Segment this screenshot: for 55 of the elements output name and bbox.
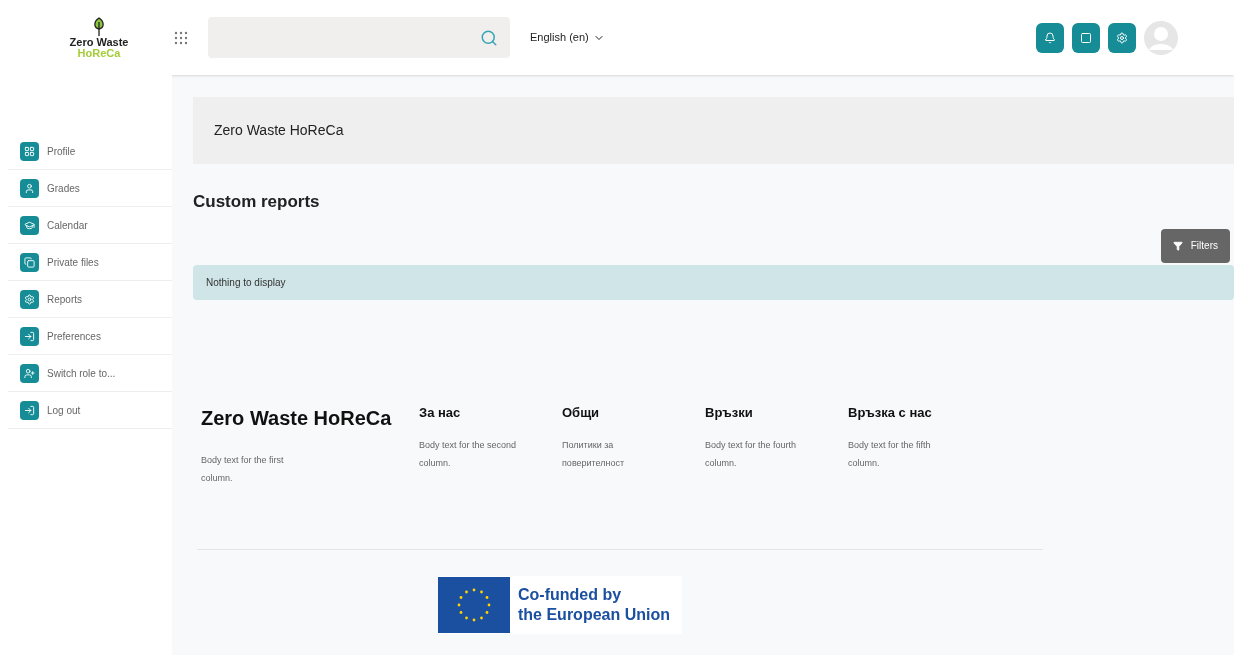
- footer-heading: Zero Waste HoReCa: [201, 405, 393, 431]
- graduation-cap-icon: [20, 215, 39, 235]
- footer-text: Body text for the fourth column.: [705, 439, 798, 470]
- sidebar-label[interactable]: Calendar: [47, 217, 88, 233]
- user-icon: [20, 178, 39, 198]
- footer-heading: За нас: [419, 403, 462, 422]
- leaf-icon: [91, 16, 107, 37]
- funding-text: Co-funded by: [518, 584, 623, 605]
- sidebar-item[interactable]: Grades: [8, 170, 172, 207]
- footer-heading: Връзки: [705, 403, 754, 422]
- apps-grid-icon[interactable]: [174, 30, 188, 45]
- sidebar-item[interactable]: Switch role to...: [8, 355, 172, 392]
- footer-heading: Връзка с нас: [848, 403, 933, 422]
- search-icon: [480, 28, 498, 47]
- sidebar-label[interactable]: Log out: [47, 402, 81, 418]
- sidebar-item[interactable]: Log out: [8, 392, 172, 429]
- filters-button[interactable]: Filters: [1160, 228, 1230, 263]
- page-title: Custom reports: [193, 191, 321, 213]
- footer-heading: Общи: [562, 403, 601, 422]
- language-menu[interactable]: English (en): [530, 29, 605, 46]
- eu-flag-icon: [438, 576, 510, 633]
- filter-icon: [1172, 240, 1183, 251]
- settings-button[interactable]: [1108, 22, 1136, 53]
- sidebar-label[interactable]: Private files: [47, 254, 99, 270]
- logo-subtext: HoReCa: [77, 47, 121, 59]
- footer-text: Body text for the first column.: [201, 453, 285, 485]
- messages-button[interactable]: [1072, 22, 1100, 53]
- sidebar-item[interactable]: Profile: [8, 133, 172, 170]
- footer-text: Политики за поверителност: [562, 439, 626, 470]
- footer-text: Body text for the second column.: [419, 439, 518, 470]
- settings-icon: [20, 289, 39, 309]
- search-field[interactable]: [208, 17, 510, 58]
- funding-text: the European Union: [518, 604, 670, 625]
- sidebar-item[interactable]: Private files: [8, 244, 172, 281]
- grid-icon: [20, 141, 39, 161]
- sidebar-item[interactable]: Calendar: [8, 207, 172, 244]
- enter-icon: [20, 400, 39, 420]
- enter-icon: [20, 326, 39, 346]
- sidebar-item[interactable]: Reports: [8, 281, 172, 318]
- settings-icon: [1116, 31, 1128, 44]
- notifications-button[interactable]: [1036, 22, 1064, 53]
- bell-icon: [1044, 31, 1056, 44]
- sidebar-label[interactable]: Preferences: [47, 328, 101, 344]
- user-plus-icon: [20, 363, 39, 383]
- logo-text: Zero Waste: [69, 36, 129, 48]
- square-icon: [1080, 31, 1092, 44]
- sidebar-label[interactable]: Reports: [47, 291, 82, 307]
- page-header: Zero Waste HoReCa: [193, 97, 1234, 164]
- sidebar-label[interactable]: Profile: [47, 143, 76, 159]
- sidebar-label[interactable]: Switch role to...: [47, 365, 116, 381]
- notice-message: Nothing to display: [193, 264, 1234, 300]
- files-icon: [20, 252, 39, 272]
- footer-text: Body text for the fifth column.: [848, 439, 932, 470]
- sidebar-item[interactable]: Preferences: [8, 318, 172, 355]
- sidebar-label[interactable]: Grades: [47, 180, 80, 196]
